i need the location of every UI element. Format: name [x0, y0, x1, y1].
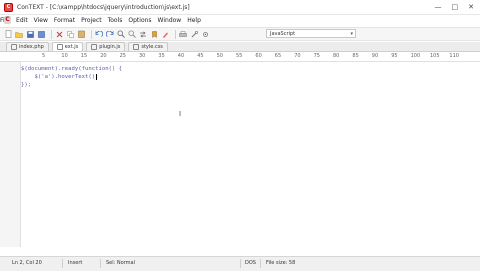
status-selection: Sel: Normal: [106, 260, 136, 266]
open-folder-icon[interactable]: [15, 30, 23, 38]
ruler-tick: 25: [119, 53, 126, 59]
language-select[interactable]: JavaScript ▾: [266, 29, 356, 38]
code-line-2: $('a').hoverText();: [21, 74, 99, 80]
menu-edit[interactable]: Edit: [16, 17, 28, 24]
ruler-tick: 60: [255, 53, 262, 59]
close-file-icon[interactable]: [55, 30, 63, 38]
tab-label: plugin.js: [99, 44, 121, 50]
ruler-tick: 30: [139, 53, 146, 59]
ruler-tick: 50: [216, 53, 223, 59]
tools-icon[interactable]: [190, 30, 198, 38]
replace-icon[interactable]: [139, 30, 147, 38]
new-file-icon[interactable]: [4, 30, 12, 38]
window-controls: — □ ✕: [435, 3, 475, 11]
language-select-value: JavaScript: [270, 31, 296, 37]
file-icon: [11, 44, 17, 50]
status-filesize: File size: 58: [266, 260, 296, 266]
copy-icon[interactable]: [66, 30, 74, 38]
tab-style-css[interactable]: style.css: [128, 42, 168, 51]
save-icon[interactable]: [26, 30, 34, 38]
close-icon[interactable]: ✕: [468, 3, 474, 11]
minimize-icon[interactable]: —: [435, 3, 442, 11]
code-line-3: });: [21, 82, 32, 88]
paste-icon[interactable]: [77, 30, 85, 38]
menu-help[interactable]: Help: [187, 17, 201, 24]
ruler-tick: 45: [197, 53, 204, 59]
window-title: ConTEXT - [C:\xampp\htdocs\jquery\introd…: [17, 3, 190, 11]
ruler-tick: 35: [158, 53, 165, 59]
menu-logo-icon[interactable]: C: [4, 16, 11, 24]
ruler-tick: 15: [80, 53, 88, 59]
maximize-icon[interactable]: □: [452, 3, 459, 11]
status-mode: Insert: [68, 260, 83, 266]
file-icon: [91, 44, 98, 50]
menu-project[interactable]: Project: [81, 17, 102, 24]
ibeam-cursor-icon: I: [179, 110, 182, 118]
title-bar: C ConTEXT - [C:\xampp\htdocs\jquery\intr…: [0, 0, 480, 15]
ruler-tick: 20: [100, 53, 107, 59]
tab-label: index.php: [19, 44, 44, 50]
ruler-tick: 90: [371, 53, 379, 59]
tab-label: ext.js: [64, 44, 79, 50]
undo-icon[interactable]: [95, 30, 103, 38]
find-next-icon[interactable]: [128, 30, 136, 38]
ruler-tick: 80: [333, 53, 340, 59]
menu-bar: C File Edit View Format Project Tools Op…: [0, 15, 480, 26]
ruler-tick: 65: [274, 53, 282, 59]
line-gutter: [0, 62, 21, 247]
ruler-tick: 110: [449, 53, 459, 59]
print-icon[interactable]: [179, 30, 187, 38]
highlighter-icon[interactable]: [161, 30, 169, 38]
redo-icon[interactable]: [106, 30, 114, 38]
ruler-tick: 70: [294, 53, 301, 59]
ruler-tick: 95: [391, 53, 398, 59]
settings-icon[interactable]: [201, 30, 209, 38]
status-separator: [240, 259, 241, 268]
save-all-icon[interactable]: [37, 30, 45, 38]
file-icon: [133, 44, 140, 50]
text-caret: [96, 74, 97, 80]
tab-ext-js[interactable]: ext.js: [51, 42, 84, 51]
menu-options[interactable]: Options: [128, 17, 151, 24]
status-separator: [100, 259, 101, 268]
ruler-tick: 105: [430, 53, 440, 59]
ruler-tick: 75: [313, 53, 320, 59]
ruler-tick: 100: [410, 53, 421, 59]
toolbar-separator: [175, 29, 176, 39]
status-encoding: DOS: [245, 260, 256, 266]
menu-view[interactable]: View: [34, 17, 48, 24]
tab-label: style.css: [141, 44, 163, 50]
menu-format[interactable]: Format: [54, 17, 75, 24]
toolbar-separator: [91, 29, 92, 39]
ruler-tick: 85: [352, 53, 359, 59]
file-tabs: index.php ext.js plugin.js style.css: [0, 42, 480, 52]
ruler-tick: 40: [177, 53, 185, 59]
menu-window[interactable]: Window: [158, 17, 182, 24]
ruler-tick: 10: [61, 53, 68, 59]
ruler-tick: 55: [236, 53, 243, 59]
find-icon[interactable]: [117, 30, 125, 38]
menu-tools[interactable]: Tools: [108, 17, 123, 24]
bookmark-icon[interactable]: [150, 30, 158, 38]
file-icon: [56, 44, 63, 50]
status-separator: [62, 259, 63, 268]
status-position: Ln 2, Col 20: [12, 260, 42, 266]
code-line-1: $(document).ready(function() {: [21, 66, 123, 72]
chevron-down-icon: ▾: [350, 31, 353, 37]
ruler-tick: 5: [42, 53, 46, 59]
app-icon: C: [4, 2, 13, 12]
status-separator: [260, 259, 261, 268]
code-editor[interactable]: $(document).ready(function() { $('a').ho…: [21, 62, 480, 247]
column-ruler: 5 10 15 20 25 30 35 40 45 50 55 60 65 70 75 80 85 90 95 100…: [0, 53, 480, 62]
tab-plugin-js[interactable]: plugin.js: [86, 42, 126, 51]
toolbar-separator: [51, 29, 52, 39]
toolbar: [0, 27, 480, 41]
tab-index-php[interactable]: index.php: [6, 42, 49, 51]
status-bar: Ln 2, Col 20 Insert Sel: Normal DOS File…: [0, 256, 480, 271]
